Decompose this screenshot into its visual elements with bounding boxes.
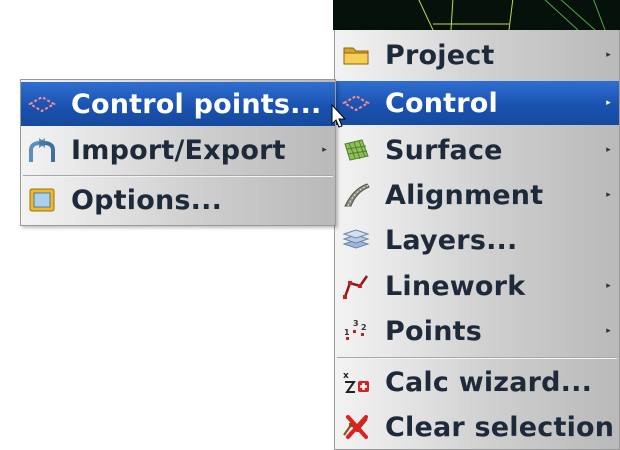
submenu-arrow-icon: ▸ bbox=[606, 190, 611, 200]
menu-item-alignment[interactable]: Alignment ▸ bbox=[335, 173, 619, 217]
control-diamond-icon bbox=[27, 89, 57, 119]
points-icon: 1 3 2 bbox=[341, 316, 371, 346]
menu-item-label: Layers... bbox=[385, 224, 518, 256]
layers-icon bbox=[341, 225, 371, 255]
menu-item-label: Points bbox=[385, 315, 482, 347]
menu-item-label: Linework bbox=[385, 270, 526, 302]
submenu-item-import-export[interactable]: Import/Export ▸ bbox=[21, 128, 335, 172]
menu-item-label: Clear selection bbox=[385, 411, 615, 443]
calc-wizard-icon: x bbox=[341, 367, 371, 397]
menu-item-points[interactable]: 1 3 2 Points ▸ bbox=[335, 309, 619, 353]
submenu-item-options[interactable]: Options... bbox=[21, 178, 335, 222]
main-menu: Project ▸ Control ▸ Surface ▸ Alignment … bbox=[334, 30, 620, 450]
options-icon bbox=[27, 185, 57, 215]
submenu-item-label: Control points... bbox=[71, 88, 322, 120]
menu-item-calc-wizard[interactable]: x Calc wizard... bbox=[335, 360, 619, 404]
import-export-icon bbox=[27, 135, 57, 165]
submenu-item-control-points[interactable]: Control points... bbox=[21, 82, 335, 126]
submenu-arrow-icon: ▸ bbox=[606, 50, 611, 60]
menu-item-linework[interactable]: Linework ▸ bbox=[335, 264, 619, 308]
clear-selection-icon bbox=[341, 412, 371, 442]
menu-item-label: Surface bbox=[385, 134, 503, 166]
menu-item-label: Calc wizard... bbox=[385, 366, 593, 398]
menu-item-label: Alignment bbox=[385, 179, 544, 211]
map-canvas[interactable] bbox=[333, 0, 620, 30]
linework-icon bbox=[341, 271, 371, 301]
submenu-arrow-icon: ▸ bbox=[606, 145, 611, 155]
folder-icon bbox=[341, 40, 371, 70]
menu-item-label: Project bbox=[385, 39, 495, 71]
submenu-arrow-icon: ▸ bbox=[322, 145, 327, 155]
menu-item-control[interactable]: Control ▸ bbox=[335, 81, 619, 125]
menu-item-clear-selection[interactable]: Clear selection bbox=[335, 405, 619, 449]
submenu-arrow-icon: ▸ bbox=[606, 281, 611, 291]
submenu-arrow-icon: ▸ bbox=[606, 326, 611, 336]
menu-item-project[interactable]: Project ▸ bbox=[335, 33, 619, 77]
mouse-cursor-icon bbox=[331, 104, 347, 128]
submenu-item-label: Options... bbox=[71, 184, 223, 216]
svg-text:x: x bbox=[343, 371, 349, 381]
control-submenu: Control points... Import/Export ▸ Option… bbox=[20, 79, 336, 226]
alignment-road-icon bbox=[341, 180, 371, 210]
submenu-arrow-icon: ▸ bbox=[606, 98, 611, 108]
menu-item-surface[interactable]: Surface ▸ bbox=[335, 128, 619, 172]
svg-text:1: 1 bbox=[344, 328, 350, 337]
surface-mesh-icon bbox=[341, 135, 371, 165]
svg-text:2: 2 bbox=[361, 323, 367, 332]
menu-separator bbox=[337, 357, 617, 359]
menu-item-layers[interactable]: Layers... bbox=[335, 218, 619, 262]
submenu-item-label: Import/Export bbox=[71, 134, 286, 166]
menu-separator bbox=[23, 175, 333, 177]
menu-item-label: Control bbox=[385, 87, 499, 119]
svg-text:3: 3 bbox=[353, 319, 359, 328]
